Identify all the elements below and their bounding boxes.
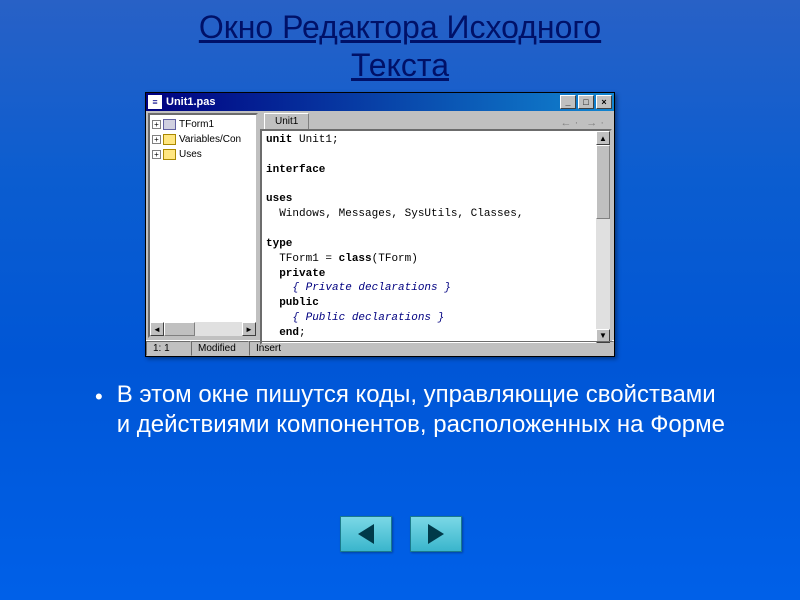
status-position: 1: 1	[146, 341, 191, 356]
window-title: Unit1.pas	[166, 96, 560, 108]
title-line-1: Окно Редактора Исходного	[199, 9, 601, 45]
tree-hscrollbar[interactable]: ◄ ►	[150, 322, 256, 336]
code-area-wrap: unit Unit1; interface uses Windows, Mess…	[260, 129, 612, 345]
slide-title: Окно Редактора Исходного Текста	[0, 0, 800, 85]
form-icon	[163, 119, 176, 130]
title-line-2: Текста	[351, 47, 449, 83]
code-panel: Unit1 ← · → · unit Unit1; interface uses…	[260, 113, 612, 338]
minimize-button[interactable]: _	[560, 95, 576, 109]
prev-slide-button[interactable]	[340, 516, 392, 552]
scroll-thumb[interactable]	[164, 322, 195, 336]
expand-icon[interactable]: +	[152, 120, 161, 129]
window-buttons: _ □ ×	[560, 95, 612, 109]
titlebar[interactable]: ≡ Unit1.pas _ □ ×	[146, 93, 614, 111]
tree-label: Uses	[179, 149, 202, 160]
tree-label: TForm1	[179, 119, 214, 130]
expand-icon[interactable]: +	[152, 150, 161, 159]
folder-icon	[163, 149, 176, 160]
status-modified: Modified	[191, 341, 249, 356]
nav-arrows: ← · → ·	[561, 117, 612, 129]
maximize-button[interactable]: □	[578, 95, 594, 109]
nav-forward-icon[interactable]: → ·	[586, 117, 604, 129]
code-explorer-tree[interactable]: + TForm1 + Variables/Con + Uses ◄	[148, 113, 258, 338]
slide-body: • В этом окне пишутся коды, управляющие …	[95, 380, 730, 440]
scroll-thumb[interactable]	[596, 145, 610, 219]
expand-icon[interactable]: +	[152, 135, 161, 144]
file-icon: ≡	[148, 95, 162, 109]
tab-unit1[interactable]: Unit1	[264, 113, 309, 129]
scroll-up-button[interactable]: ▲	[596, 131, 610, 145]
arrow-left-icon	[358, 524, 374, 544]
status-mode: Insert	[249, 341, 614, 356]
source-editor-window: ≡ Unit1.pas _ □ × + TForm1 + Variables/C…	[145, 92, 615, 357]
scroll-left-button[interactable]: ◄	[150, 322, 164, 336]
nav-back-icon[interactable]: ← ·	[561, 117, 579, 129]
next-slide-button[interactable]	[410, 516, 462, 552]
tree-label: Variables/Con	[179, 134, 241, 145]
tree-item-tform1[interactable]: + TForm1	[152, 117, 254, 132]
editor-body: + TForm1 + Variables/Con + Uses ◄	[146, 111, 614, 340]
tree-item-uses[interactable]: + Uses	[152, 147, 254, 162]
tab-row: Unit1 ← · → ·	[260, 113, 612, 129]
tree-item-variables[interactable]: + Variables/Con	[152, 132, 254, 147]
arrow-right-icon	[428, 524, 444, 544]
slide-nav-buttons	[340, 516, 462, 552]
scroll-track[interactable]	[164, 322, 242, 336]
code-vscrollbar[interactable]: ▲ ▼	[596, 131, 610, 343]
statusbar: 1: 1 Modified Insert	[146, 340, 614, 356]
bullet-icon: •	[95, 383, 103, 440]
scroll-track[interactable]	[596, 145, 610, 329]
close-button[interactable]: ×	[596, 95, 612, 109]
code-editor[interactable]: unit Unit1; interface uses Windows, Mess…	[262, 131, 596, 343]
scroll-right-button[interactable]: ►	[242, 322, 256, 336]
body-text-content: В этом окне пишутся коды, управляющие св…	[117, 380, 730, 440]
folder-icon	[163, 134, 176, 145]
